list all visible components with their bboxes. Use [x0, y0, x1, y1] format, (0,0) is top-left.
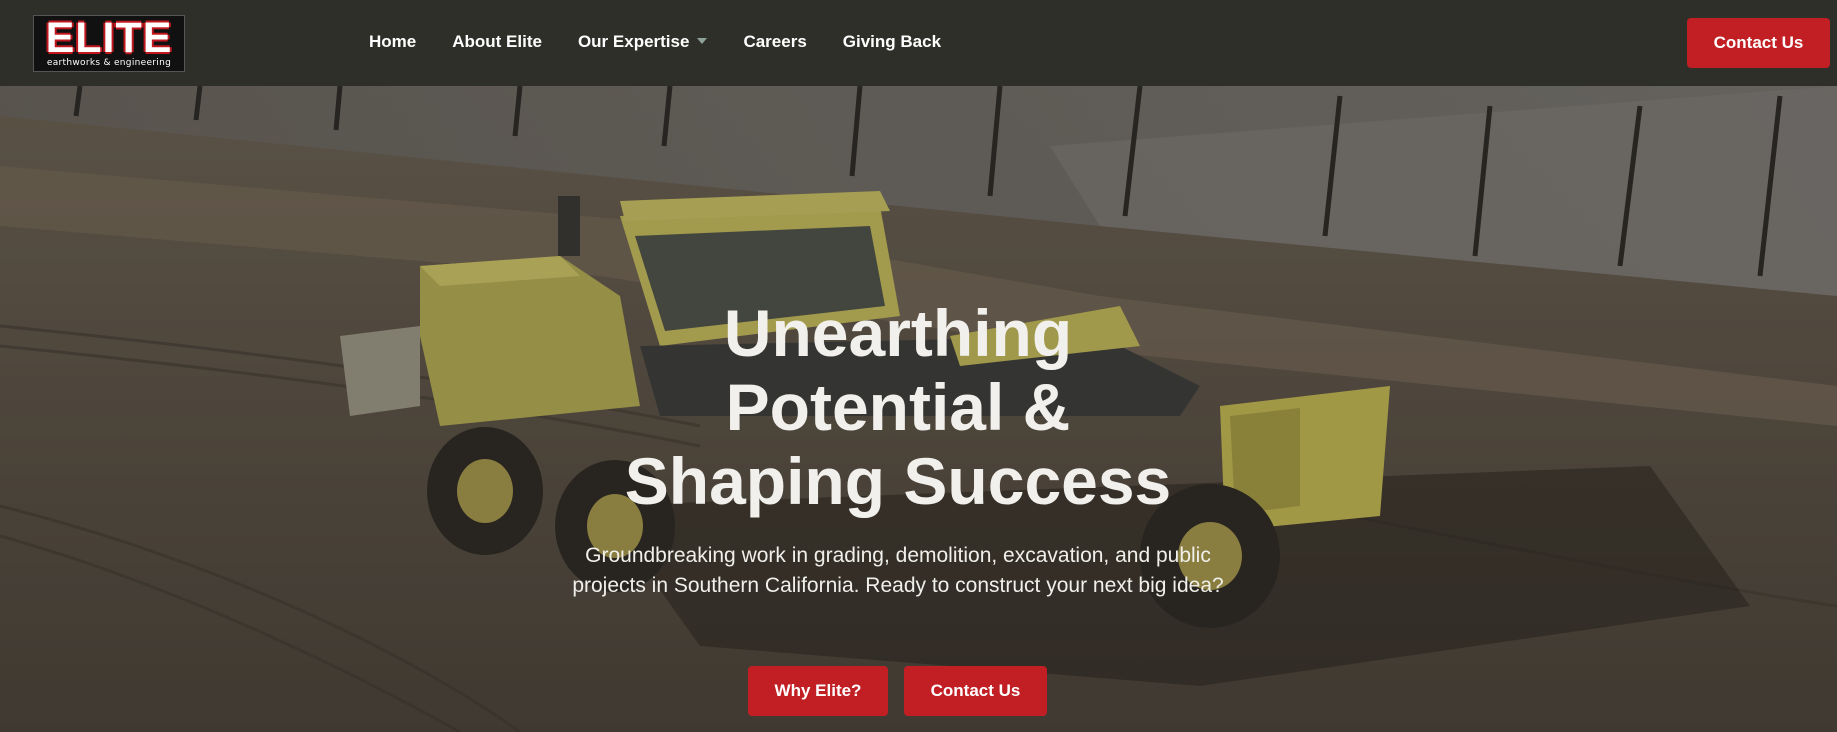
nav-about-label: About Elite	[452, 32, 542, 51]
nav-home-label: Home	[369, 32, 417, 51]
nav-expertise-label: Our Expertise	[577, 32, 690, 51]
hero-title-line-2: Potential &	[725, 370, 1071, 444]
nav-about-elite[interactable]: About Elite	[452, 32, 542, 52]
hero-title-line-1: Unearthing	[723, 296, 1073, 370]
nav-home[interactable]: Home	[369, 32, 416, 52]
hero-contact-button[interactable]: Contact Us	[904, 666, 1047, 716]
main-navigation: Home About Elite Our Expertise Careers G…	[369, 30, 977, 54]
nav-careers[interactable]: Careers	[743, 32, 806, 52]
logo-wordmark: ELITE	[45, 14, 173, 62]
nav-giving-back[interactable]: Giving Back	[843, 32, 941, 52]
nav-our-expertise[interactable]: Our Expertise	[578, 32, 708, 52]
site-header: ELITE earthworks & engineering Home Abou…	[0, 0, 1837, 86]
header-contact-button[interactable]: Contact Us	[1687, 18, 1830, 68]
elite-logo[interactable]: ELITE earthworks & engineering	[33, 15, 185, 72]
why-elite-button[interactable]: Why Elite?	[748, 666, 888, 716]
nav-careers-label: Careers	[743, 32, 807, 51]
logo-tagline: earthworks & engineering	[46, 58, 172, 68]
hero-title: Unearthing Potential & Shaping Success	[518, 296, 1278, 518]
hero-section: Unearthing Potential & Shaping Success G…	[0, 86, 1837, 732]
hero-subtitle: Groundbreaking work in grading, demoliti…	[572, 544, 1224, 597]
hero-title-line-3: Shaping Success	[624, 444, 1172, 518]
nav-giving-back-label: Giving Back	[842, 32, 942, 51]
chevron-down-icon	[697, 38, 708, 44]
